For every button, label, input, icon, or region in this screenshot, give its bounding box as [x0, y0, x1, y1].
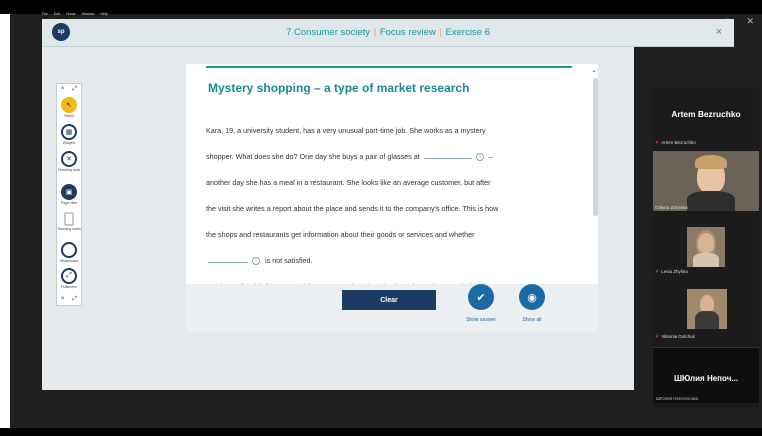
text-line: Kara, 19, a university student, has a ve…	[206, 126, 486, 135]
window-close-icon[interactable]: ✕	[746, 16, 754, 27]
tool-page-view[interactable]: ▣ Page view	[57, 184, 81, 205]
menu-home[interactable]: Home	[66, 12, 76, 16]
show-all-label: Show all	[522, 317, 542, 323]
tool-label: Widgets	[62, 141, 76, 145]
participant-name: Artem Bezruchko	[661, 140, 696, 145]
toolbar-move-icon[interactable]: ⤢	[72, 296, 77, 303]
tool-whiteboard[interactable]: Whiteboard	[57, 242, 81, 263]
bottom-screen-bar	[0, 428, 762, 436]
participant-tile[interactable]: ✗ Lesia Zhylina	[653, 223, 759, 277]
participant-tile[interactable]: ✗ Viktoriia Golchuk	[653, 287, 759, 343]
participant-tile[interactable]: Galyna Zarytska	[653, 149, 759, 217]
title-separator: |	[439, 27, 442, 38]
menu-file[interactable]: File	[42, 12, 48, 16]
participant-name: Lesia Zhylina	[661, 269, 688, 274]
tool-teaching-notes[interactable]: Teaching notes	[57, 212, 81, 231]
scroll-thumb[interactable]	[593, 78, 598, 216]
gap-input-1[interactable]	[423, 151, 472, 159]
text-fragment: is not satisfied.	[265, 256, 313, 265]
participant-video	[653, 151, 759, 211]
gap-dropdown-icon[interactable]: ○	[475, 153, 484, 162]
menu-help[interactable]: Help	[100, 12, 107, 16]
check-icon: ✔	[476, 291, 486, 304]
tool-widgets[interactable]: ▦ Widgets	[57, 124, 81, 145]
text-line: shopper. What does she do? One day she b…	[206, 144, 570, 170]
tool-label: Whiteboard	[60, 259, 78, 263]
fullscreen-icon: ⤢	[61, 268, 77, 284]
menu-window[interactable]: Window	[82, 12, 95, 16]
participant-name: ШЮлия Непоч...	[673, 374, 739, 383]
gap-dropdown-icon[interactable]: ○	[252, 257, 260, 266]
tool-label: Teaching tools	[57, 168, 81, 172]
text-line: the shops and restaurants get informatio…	[206, 230, 475, 239]
muted-mic-icon: ✗	[655, 334, 660, 340]
page-view-icon: ▣	[61, 184, 77, 200]
tool-fullscreen[interactable]: ⤢ Fullscreen	[57, 268, 81, 289]
gap-input-2[interactable]	[208, 255, 248, 263]
exercise-title: 7 Consumer society | Focus review | Exer…	[42, 27, 734, 38]
participant-name: ШЮлия Непочатова	[656, 396, 698, 401]
muted-mic-icon: ✗	[655, 269, 660, 275]
exercise-titlebar: sp 7 Consumer society | Focus review | E…	[42, 19, 734, 47]
cursor-icon: ↖	[61, 97, 77, 113]
app-menu-bar: File Edit Home Window Help	[42, 12, 108, 16]
title-unit: 7 Consumer society	[286, 27, 371, 38]
tool-label: Teaching notes	[57, 227, 81, 231]
participant-video	[687, 227, 725, 267]
participant-tile-active[interactable]: ШЮлия Непоч... ШЮлия Непочатова	[653, 347, 759, 403]
text-line: ○ is not satisfied.	[206, 248, 570, 274]
close-exercise-button[interactable]: ×	[716, 26, 722, 38]
show-answer-button[interactable]: ✔	[468, 284, 494, 310]
tool-label: Fullscreen	[60, 285, 78, 289]
host-name: Artem Bezruchko	[671, 109, 741, 119]
toolbar-close-icon[interactable]: ×	[61, 296, 65, 303]
text-fragment: shopper. What does she do? One day she b…	[206, 152, 420, 161]
exercise-text: Kara, 19, a university student, has a ve…	[206, 118, 570, 300]
teaching-toolbar: × ⤢ ↖ Select ▦ Widgets ✕ Teaching tools …	[56, 83, 82, 306]
tool-label: Select	[64, 114, 74, 118]
muted-mic-icon: ✗	[655, 140, 660, 146]
title-separator: |	[373, 27, 377, 38]
text-fragment: –	[488, 152, 493, 161]
participant-tile[interactable]: ✗ Artem Bezruchko	[653, 137, 759, 149]
text-line: the visit she writes a report about the …	[206, 204, 499, 213]
title-exercise: Exercise 6	[445, 27, 490, 38]
heading-rule	[206, 66, 572, 68]
toolbar-close-icon[interactable]: ×	[61, 86, 65, 93]
clear-button[interactable]: Clear	[342, 290, 436, 310]
tool-select[interactable]: ↖ Select	[57, 97, 81, 118]
exercise-heading: Mystery shopping – a type of market rese…	[208, 81, 470, 95]
exercise-footer: Clear ✔ Show answer ◉ Show all	[186, 284, 598, 332]
toolbar-move-icon[interactable]: ⤢	[72, 86, 77, 93]
tool-teaching-tools[interactable]: ✕ Teaching tools	[57, 151, 81, 172]
show-all-button[interactable]: ◉	[519, 284, 545, 310]
whiteboard-icon	[61, 242, 77, 258]
notes-icon	[64, 212, 74, 226]
participant-name: Viktoriia Golchuk	[661, 334, 695, 339]
tool-label: Page view	[60, 201, 78, 205]
participant-name: Galyna Zarytska	[655, 205, 688, 210]
eye-icon: ◉	[527, 291, 537, 304]
teaching-tools-icon: ✕	[61, 151, 77, 167]
widgets-icon: ▦	[61, 124, 77, 140]
top-screen-bar	[0, 0, 762, 14]
participant-video	[687, 289, 727, 329]
video-participants-panel: Artem Bezruchko ✗ Artem Bezruchko Galyna …	[653, 87, 759, 409]
show-answer-label: Show answer	[465, 317, 496, 323]
scroll-up-icon[interactable]: ▲	[592, 68, 596, 73]
menu-edit[interactable]: Edit	[54, 12, 60, 16]
title-section: Focus review	[379, 27, 436, 38]
text-line: another day she has a meal in a restaura…	[206, 178, 491, 187]
